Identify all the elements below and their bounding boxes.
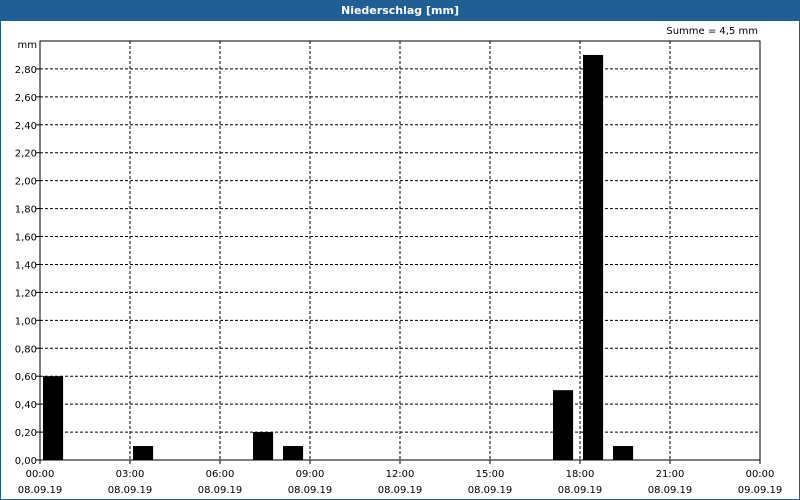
x-tick-date-label: 09.09.19 (738, 485, 783, 496)
x-tick-date-label: 08.09.19 (198, 485, 243, 496)
bar (613, 446, 634, 460)
x-tick-time-label: 03:00 (116, 469, 145, 480)
y-tick-label: 2,60 (15, 93, 37, 104)
y-axis-label: mm (18, 40, 37, 51)
y-tick-label: 1,80 (15, 205, 37, 216)
y-tick-label: 1,60 (15, 233, 37, 244)
y-tick-label: 0,20 (15, 428, 37, 439)
bar (583, 54, 604, 460)
bar (283, 446, 304, 460)
x-tick-time-label: 00:00 (746, 469, 775, 480)
bar (133, 446, 154, 460)
x-tick-time-label: 12:00 (386, 469, 415, 480)
bar (253, 432, 274, 460)
x-tick-date-label: 08.09.19 (288, 485, 333, 496)
y-tick-label: 2,80 (15, 65, 37, 76)
x-tick-date-label: 08.09.19 (108, 485, 153, 496)
x-tick-date-label: 08.09.19 (378, 485, 423, 496)
y-tick-label: 2,20 (15, 149, 37, 160)
y-tick-label: 0,00 (15, 456, 37, 467)
y-tick-label: 2,00 (15, 177, 37, 188)
x-tick-time-label: 15:00 (476, 469, 505, 480)
y-tick-label: 1,20 (15, 288, 37, 299)
x-tick-date-label: 08.09.19 (18, 485, 63, 496)
x-tick-time-label: 06:00 (206, 469, 235, 480)
x-tick-date-label: 08.09.19 (648, 485, 693, 496)
precipitation-chart: 0,00 0,20 0,40 0,60 0,80 1,00 1,20 1,40 1,60 1,80… (15, 40, 783, 496)
bar (553, 390, 574, 460)
x-tick-time-label: 18:00 (566, 469, 595, 480)
y-tick-label: 0,40 (15, 400, 37, 411)
y-tick-label: 1,00 (15, 316, 37, 327)
bar (43, 376, 64, 460)
x-tick-time-label: 09:00 (296, 469, 325, 480)
x-tick-date-label: 08.09.19 (558, 485, 603, 496)
y-tick-label: 0,80 (15, 344, 37, 355)
y-tick-label: 1,40 (15, 260, 37, 271)
x-tick-date-label: 08.09.19 (468, 485, 513, 496)
x-tick-time-label: 00:00 (26, 469, 55, 480)
y-tick-label: 2,40 (15, 121, 37, 132)
y-tick-label: 0,60 (15, 372, 37, 383)
x-tick-time-label: 21:00 (656, 469, 685, 480)
